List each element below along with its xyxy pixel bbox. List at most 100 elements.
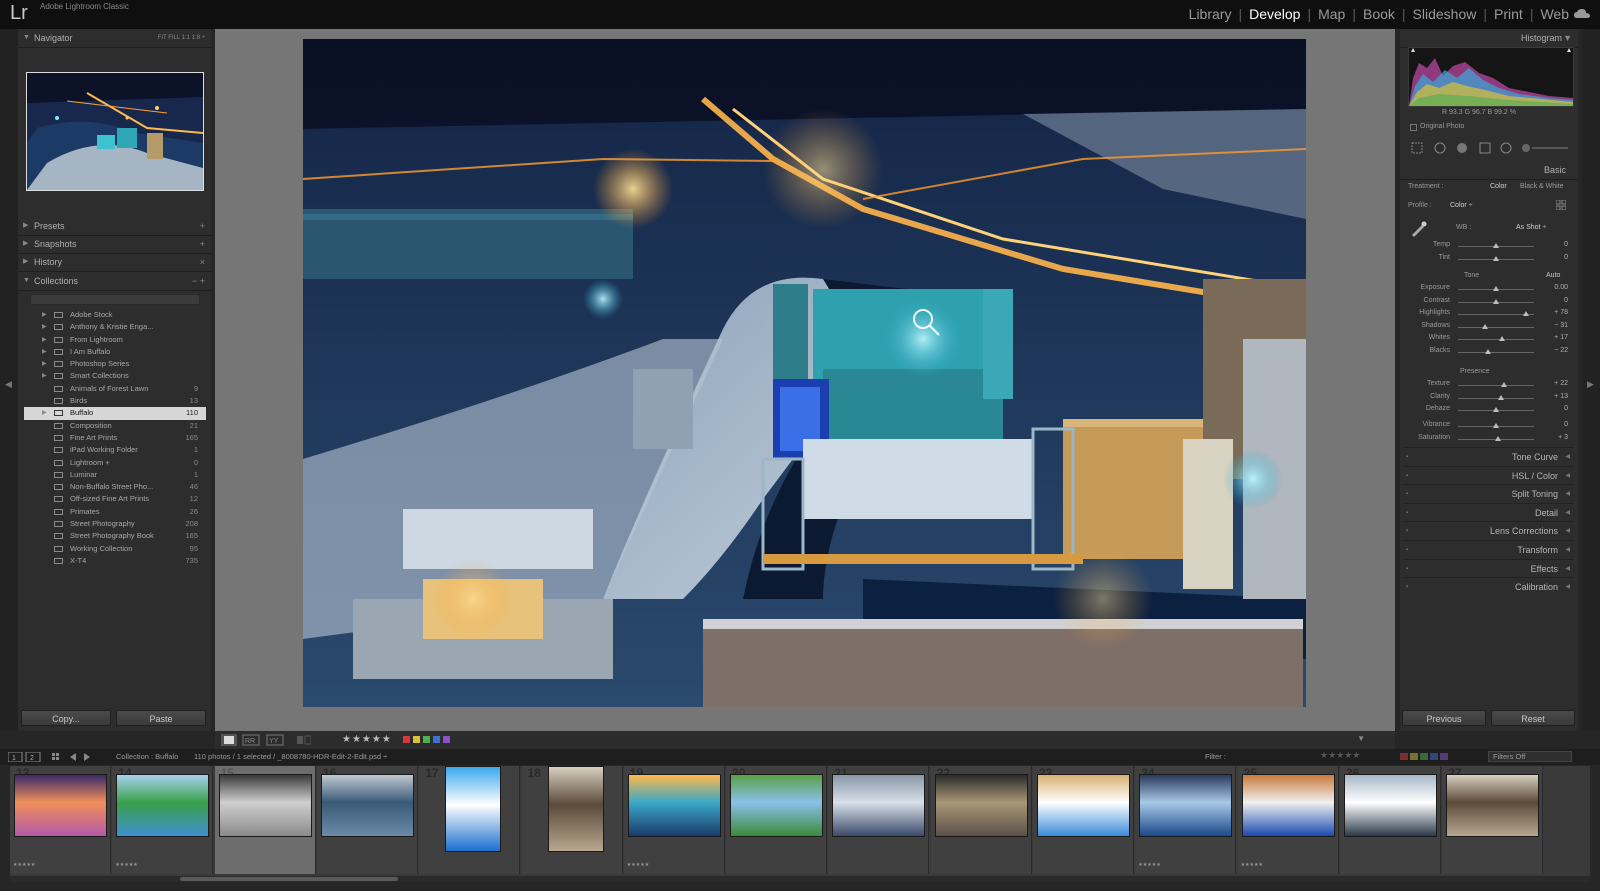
develop-section-header[interactable]: ▪ Tone Curve ◀: [1404, 447, 1574, 466]
rating-stars[interactable]: ★★★★★: [342, 734, 392, 745]
filmstrip-cell[interactable]: 18: [521, 766, 623, 874]
collection-item[interactable]: Birds 13: [24, 395, 206, 407]
section-toggle-icon[interactable]: ▪: [1406, 578, 1408, 596]
filter-preset-dropdown[interactable]: Filters Off: [1488, 751, 1572, 762]
slider-value[interactable]: 0: [1544, 421, 1568, 428]
filmstrip-cell[interactable]: 17: [419, 766, 521, 874]
collection-item[interactable]: X-T4 735: [24, 555, 206, 567]
filmstrip-cell[interactable]: 16: [316, 766, 418, 874]
filmstrip-thumbnail[interactable]: [730, 774, 824, 837]
slider-thumb[interactable]: [1497, 394, 1504, 400]
section-toggle-icon[interactable]: ▪: [1406, 560, 1408, 578]
white-balance-eyedropper-icon[interactable]: [1410, 221, 1428, 237]
slider-thumb[interactable]: [1493, 243, 1499, 248]
slider-track[interactable]: [1458, 339, 1534, 341]
develop-tool-strip[interactable]: [1410, 141, 1570, 155]
module-web[interactable]: Web: [1537, 6, 1572, 22]
collection-item[interactable]: ▶ Photoshop Series: [24, 358, 206, 370]
filmstrip-cell[interactable]: 20: [726, 766, 828, 874]
develop-section-header[interactable]: ▪ Split Toning ◀: [1404, 484, 1574, 503]
color-label-swatch[interactable]: [443, 736, 450, 743]
filmstrip-thumbnail[interactable]: [547, 766, 604, 852]
collapse-right-icon[interactable]: ▶: [1587, 379, 1594, 390]
collection-item[interactable]: Luminar 1: [24, 469, 206, 481]
slider-value[interactable]: − 22: [1544, 347, 1568, 354]
section-toggle-icon[interactable]: ▪: [1406, 504, 1408, 522]
section-toggle-icon[interactable]: ▪: [1406, 467, 1408, 485]
filmstrip-cell[interactable]: 14 ★★★★★: [112, 766, 214, 874]
filter-green-swatch[interactable]: [1420, 753, 1428, 760]
filmstrip-thumbnail[interactable]: [1139, 774, 1233, 837]
section-toggle-icon[interactable]: ▪: [1406, 448, 1408, 466]
paste-settings-button[interactable]: Paste: [116, 710, 206, 726]
develop-section-header[interactable]: ▪ HSL / Color ◀: [1404, 465, 1574, 485]
collection-item[interactable]: Working Collection 95: [24, 543, 206, 555]
filmstrip-thumbnail[interactable]: [1241, 774, 1335, 837]
collection-item[interactable]: Off-sized Fine Art Prints 12: [24, 493, 206, 505]
slider-value[interactable]: 0.00: [1544, 284, 1568, 291]
treatment-color-option[interactable]: Color: [1490, 183, 1507, 190]
slider-thumb[interactable]: [1499, 336, 1506, 342]
module-slideshow[interactable]: Slideshow: [1410, 6, 1480, 22]
filmstrip-thumbnail[interactable]: [1343, 774, 1437, 837]
slider-value[interactable]: + 17: [1544, 334, 1568, 341]
develop-section-header[interactable]: ▪ Calibration ◀: [1404, 577, 1574, 596]
slider-track[interactable]: [1458, 397, 1534, 399]
filmstrip-thumbnail[interactable]: [832, 774, 926, 837]
slider-track[interactable]: [1458, 326, 1534, 328]
collapsed-triangle-icon[interactable]: ▶: [42, 309, 47, 321]
slider-value[interactable]: 0: [1544, 297, 1568, 304]
filmstrip-cell[interactable]: 19 ★★★★★: [623, 766, 725, 874]
slider-thumb[interactable]: [1493, 423, 1499, 428]
develop-section-header[interactable]: ▪ Lens Corrections ◀: [1404, 521, 1574, 540]
develop-section-header[interactable]: ▪ Detail ◀: [1404, 502, 1574, 522]
collapsed-triangle-icon[interactable]: ▶: [42, 321, 47, 333]
slider-value[interactable]: + 13: [1544, 393, 1568, 400]
right-panel-edge[interactable]: ▶: [1582, 29, 1600, 731]
collapse-left-icon[interactable]: ◀: [5, 379, 12, 390]
module-develop[interactable]: Develop: [1246, 6, 1303, 22]
collection-item[interactable]: Lightroom + 0: [24, 457, 206, 469]
slider-thumb[interactable]: [1501, 382, 1508, 387]
slider-thumb[interactable]: [1493, 286, 1499, 291]
filter-red-swatch[interactable]: [1400, 753, 1408, 760]
slider-thumb[interactable]: [1522, 311, 1529, 317]
snapshots-header[interactable]: ▶ Snapshots +: [18, 235, 211, 254]
collection-item[interactable]: Primates 26: [24, 506, 206, 518]
collection-filter-input[interactable]: [30, 294, 200, 305]
filmstrip-thumbnail[interactable]: [14, 774, 107, 837]
slider-thumb[interactable]: [1494, 435, 1501, 441]
develop-section-header[interactable]: ▪ Transform ◀: [1404, 540, 1574, 559]
filmstrip-thumbnail[interactable]: [627, 774, 721, 837]
filmstrip-thumbnail[interactable]: [218, 774, 312, 837]
collections-header[interactable]: ▼ Collections − +: [18, 272, 211, 291]
collection-item[interactable]: ▶ Buffalo 110: [24, 407, 206, 420]
module-book[interactable]: Book: [1360, 6, 1398, 22]
reset-button[interactable]: Reset: [1491, 710, 1575, 726]
slider-track[interactable]: [1458, 385, 1534, 386]
collapsed-triangle-icon[interactable]: ▶: [42, 358, 47, 370]
previous-button[interactable]: Previous: [1402, 710, 1486, 726]
filmstrip-nav-icons[interactable]: 1 2: [8, 752, 98, 762]
presets-header[interactable]: ▶ Presets +: [18, 217, 211, 236]
slider-value[interactable]: 0: [1544, 254, 1568, 261]
color-label-swatch[interactable]: [433, 736, 440, 743]
tone-auto-button[interactable]: Auto: [1546, 272, 1560, 279]
navigator-zoom-controls[interactable]: FIT FILL 1:1 1:8 ÷: [158, 29, 205, 47]
main-photo[interactable]: [303, 39, 1306, 707]
slider-value[interactable]: − 31: [1544, 322, 1568, 329]
collection-item[interactable]: iPad Working Folder 1: [24, 444, 206, 456]
filmstrip-thumbnail[interactable]: [1446, 774, 1540, 837]
color-label-swatch[interactable]: [403, 736, 410, 743]
filmstrip-thumbnail[interactable]: [320, 774, 414, 837]
clear-history-icon[interactable]: ×: [200, 253, 205, 271]
filter-purple-swatch[interactable]: [1440, 753, 1448, 760]
section-toggle-icon[interactable]: ▪: [1406, 541, 1408, 559]
section-toggle-icon[interactable]: ▪: [1406, 485, 1408, 503]
navigator-preview[interactable]: [26, 72, 204, 191]
treatment-bw-option[interactable]: Black & White: [1520, 183, 1564, 190]
develop-section-header[interactable]: ▪ Effects ◀: [1404, 558, 1574, 578]
slider-thumb[interactable]: [1493, 298, 1499, 304]
profile-dropdown[interactable]: Color ÷: [1450, 202, 1473, 209]
section-toggle-icon[interactable]: ▪: [1406, 522, 1408, 540]
